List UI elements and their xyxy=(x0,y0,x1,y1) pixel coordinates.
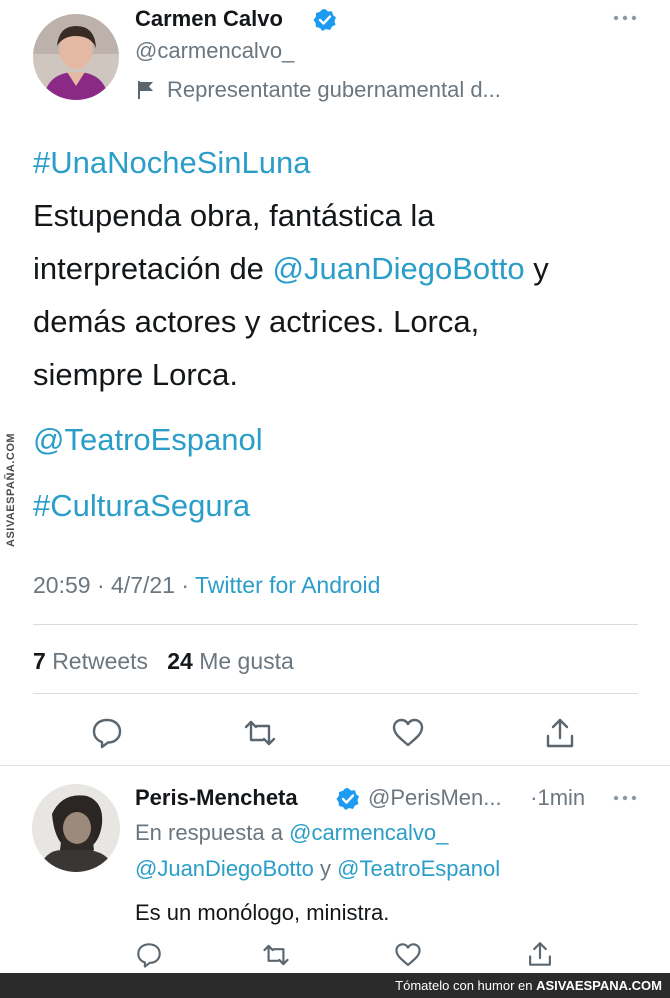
tweet-text-fragment: y xyxy=(524,251,549,286)
divider xyxy=(33,624,638,625)
tweet-time[interactable]: 20:59 xyxy=(33,572,91,598)
mention-carmencalvo[interactable]: @carmencalvo_ xyxy=(289,820,448,845)
author-avatar[interactable] xyxy=(33,14,119,100)
mention-teatroespanol[interactable]: @TeatroEspanol xyxy=(337,856,500,881)
tweet-text-fragment: interpretación de xyxy=(33,251,273,286)
reply-timestamp[interactable]: ·1min xyxy=(524,785,585,811)
replying-and: y xyxy=(320,856,332,881)
tweet-text-line: Estupenda obra, fantástica la xyxy=(33,198,435,233)
tweet-text-line: demás actores y actrices. Lorca, xyxy=(33,304,480,339)
tweet-text-line: interpretación de @JuanDiegoBotto y xyxy=(33,242,549,295)
more-dots-icon[interactable] xyxy=(612,10,638,26)
footer-watermark: Tómatelo con humor en ASIVAESPANA.COM xyxy=(0,973,670,998)
watermark-side-text: ASIVAESPAÑA.COM xyxy=(5,432,17,548)
tweet-source-link[interactable]: Twitter for Android xyxy=(195,572,380,598)
mention-juandiegobotto[interactable]: @JuanDiegoBotto xyxy=(273,251,525,286)
reply-author-handle[interactable]: @PerisMen... xyxy=(368,785,502,811)
like-heart-icon[interactable] xyxy=(391,716,425,750)
retweet-icon[interactable] xyxy=(243,716,277,750)
tweet-text-line: siempre Lorca. xyxy=(33,357,239,392)
reply-author-avatar[interactable] xyxy=(32,784,120,872)
likes-count[interactable]: 24 xyxy=(167,648,193,674)
author-name[interactable]: Carmen Calvo xyxy=(135,6,283,32)
divider xyxy=(33,693,638,694)
author-bio: Representante gubernamental d... xyxy=(167,77,501,102)
engagement-stats: 7 Retweets 24 Me gusta xyxy=(33,648,294,675)
reply-time[interactable]: 1min xyxy=(537,785,585,810)
more-dots-icon[interactable] xyxy=(612,790,638,806)
replying-to-line: En respuesta a @carmencalvo_ xyxy=(135,820,448,846)
reply-text: Es un monólogo, ministra. xyxy=(135,900,390,925)
like-heart-icon[interactable] xyxy=(394,941,422,969)
likes-label[interactable]: Me gusta xyxy=(199,648,294,674)
author-handle[interactable]: @carmencalvo_ xyxy=(135,38,294,64)
verified-badge-icon xyxy=(336,787,360,811)
share-icon[interactable] xyxy=(543,716,577,750)
reply-icon[interactable] xyxy=(90,716,124,750)
retweet-icon[interactable] xyxy=(262,941,290,969)
retweets-label[interactable]: Retweets xyxy=(52,648,148,674)
flag-icon xyxy=(137,80,155,100)
reply-author-name[interactable]: Peris-Mencheta xyxy=(135,785,298,811)
replying-to-label: En respuesta a xyxy=(135,820,283,845)
tweet-divider xyxy=(0,765,670,766)
tweet-meta: 20:59 · 4/7/21 · Twitter for Android xyxy=(33,572,381,598)
reply-icon[interactable] xyxy=(135,941,163,969)
hashtag-unanochesinluna[interactable]: #UnaNocheSinLuna xyxy=(33,136,311,189)
share-icon[interactable] xyxy=(526,940,554,968)
mention-teatroespanol[interactable]: @TeatroEspanol xyxy=(33,413,263,466)
retweets-count[interactable]: 7 xyxy=(33,648,46,674)
replying-to-line: @JuanDiegoBotto y @TeatroEspanol xyxy=(135,856,500,882)
tweet-date[interactable]: 4/7/21 xyxy=(111,572,175,598)
footer-site[interactable]: ASIVAESPANA.COM xyxy=(536,978,662,993)
footer-text: Tómatelo con humor en xyxy=(395,978,537,993)
hashtag-culturasegura[interactable]: #CulturaSegura xyxy=(33,479,250,532)
verified-badge-icon xyxy=(313,8,337,32)
mention-juandiegobotto[interactable]: @JuanDiegoBotto xyxy=(135,856,314,881)
